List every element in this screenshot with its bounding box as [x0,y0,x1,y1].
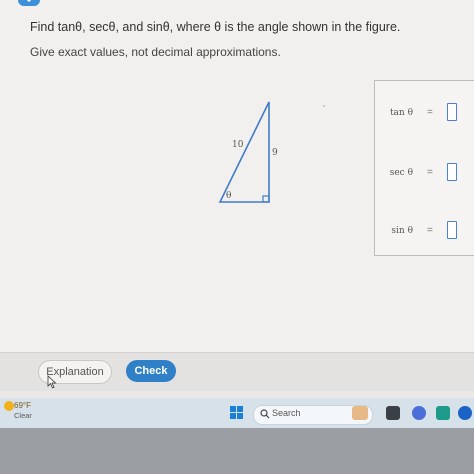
device-bezel [0,428,474,474]
edge-icon[interactable] [458,406,472,420]
triangle-shape [218,101,270,203]
right-triangle-figure: 10 9 θ [218,101,278,203]
search-placeholder: Search [272,408,301,418]
answer-row-tan: tan θ = [375,103,474,127]
tan-answer-input[interactable] [447,103,457,121]
sun-icon [4,401,14,411]
hypotenuse-label: 10 [232,140,244,150]
opposite-side-label: 9 [272,148,278,158]
sec-answer-input[interactable] [447,163,457,181]
equals-sign: = [427,107,433,118]
decorative-dot [323,105,325,107]
right-angle-marker [262,195,270,203]
collapse-tab[interactable] [18,0,40,6]
equals-sign: = [427,225,433,236]
sec-label: sec θ [389,168,413,178]
instruction-text: Give exact values, not decimal approxima… [30,45,281,59]
equals-sign: = [427,167,433,178]
tan-label: tan θ [389,108,413,118]
search-highlight-icon [352,406,368,420]
sin-answer-input[interactable] [447,221,457,239]
check-button[interactable]: Check [126,360,176,382]
chat-icon[interactable] [412,406,426,420]
assignment-page: Find tanθ, secθ, and sinθ, where θ is th… [0,0,474,391]
answer-panel: tan θ = sec θ = sin θ = [374,80,474,256]
weather-temperature[interactable]: 69°F [14,401,31,410]
mouse-cursor-icon [47,375,57,389]
task-view-icon[interactable] [386,406,400,420]
chevron-down-icon [26,0,32,3]
answer-row-sin: sin θ = [375,221,474,245]
app-l-icon[interactable] [436,406,450,420]
angle-label: θ [226,191,231,201]
windows-start-icon[interactable] [230,406,244,420]
question-text: Find tanθ, secθ, and sinθ, where θ is th… [30,20,401,34]
sin-label: sin θ [391,226,413,236]
weather-condition[interactable]: Clear [14,411,32,420]
answer-row-sec: sec θ = [375,163,474,187]
search-icon [260,409,270,419]
